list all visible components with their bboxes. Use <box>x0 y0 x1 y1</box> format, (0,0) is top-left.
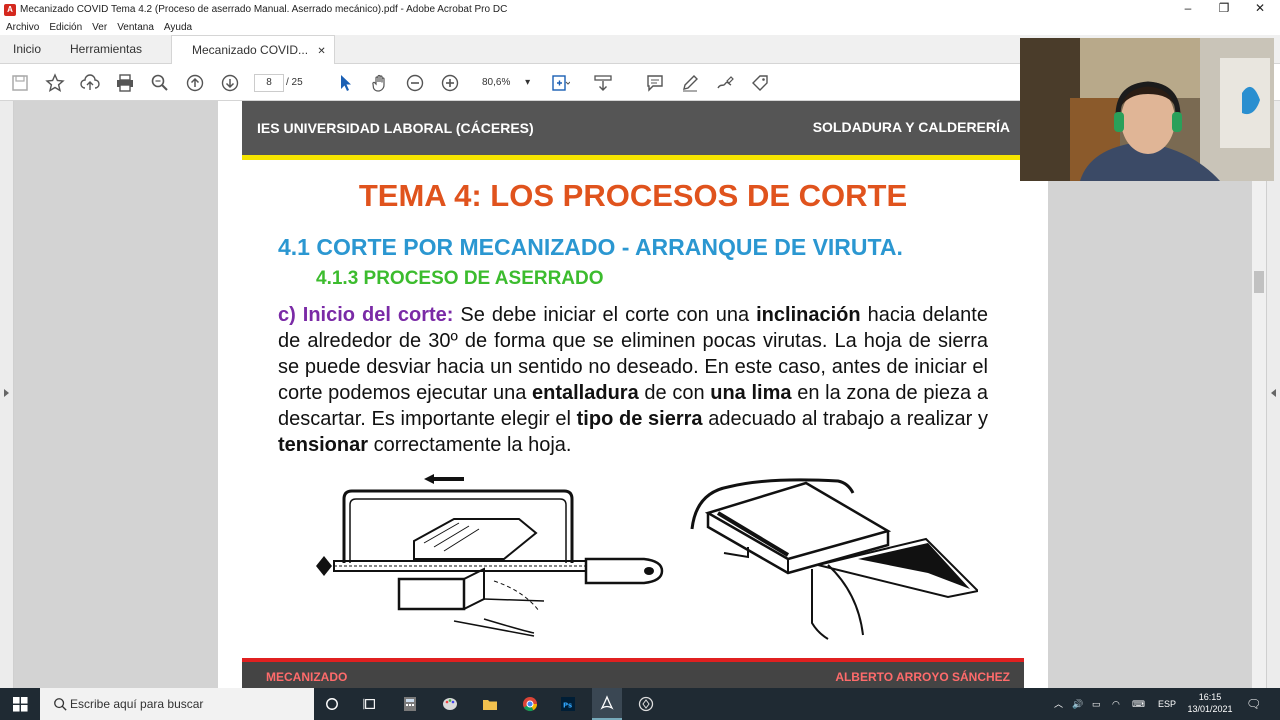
cortana-icon[interactable] <box>320 692 344 716</box>
page-number-input[interactable]: 8 <box>254 74 284 92</box>
clock-time: 16:15 <box>1198 692 1222 702</box>
battery-icon[interactable]: ▭ <box>1092 688 1101 720</box>
close-window-button[interactable]: ✕ <box>1242 0 1278 19</box>
restore-button[interactable]: ❐ <box>1206 0 1242 19</box>
photoshop-icon[interactable]: Ps <box>556 692 580 716</box>
window-titlebar: A Mecanizado COVID Tema 4.2 (Proceso de … <box>0 0 1280 19</box>
para-text: Se debe iniciar el corte con una <box>453 304 757 326</box>
windows-start-icon[interactable] <box>8 692 32 716</box>
pen-icon[interactable] <box>679 72 701 94</box>
scrollbar-thumb[interactable] <box>1254 271 1264 293</box>
para-text: de con <box>638 382 711 404</box>
menu-ventana[interactable]: Ventana <box>117 22 154 33</box>
header-stripe <box>242 155 1020 160</box>
page-footer: MECANIZADO ALBERTO ARROYO SÁNCHEZ <box>242 662 1024 688</box>
acrobat-icon: A <box>4 3 16 16</box>
menu-archivo[interactable]: Archivo <box>6 22 39 33</box>
scroll-mode-icon[interactable] <box>592 72 614 94</box>
chrome-icon[interactable] <box>518 692 542 716</box>
menu-bar: Archivo Edición Ver Ventana Ayuda <box>0 19 1280 35</box>
zoom-out-icon[interactable] <box>404 72 426 94</box>
webcam-person-image <box>1020 38 1274 181</box>
star-icon[interactable] <box>44 72 66 94</box>
acrobat-taskbar-icon[interactable] <box>592 688 622 720</box>
hacksaw-illustration <box>316 474 664 637</box>
sign-icon[interactable] <box>714 72 736 94</box>
file-explorer-icon[interactable] <box>478 692 502 716</box>
tab-document-label: Mecanizado COVID... <box>192 43 309 57</box>
para-bold: entalladura <box>532 382 639 404</box>
footer-left: MECANIZADO <box>266 670 348 684</box>
para-bold: inclinación <box>756 304 861 326</box>
minimize-button[interactable]: – <box>1170 0 1206 19</box>
menu-ayuda[interactable]: Ayuda <box>164 22 192 33</box>
para-bold: una lima <box>710 382 792 404</box>
select-cursor-icon[interactable] <box>334 72 356 94</box>
tab-close-icon[interactable]: ✕ <box>317 46 325 57</box>
zoom-level-value: 80,6% <box>482 77 511 88</box>
search-icon <box>48 692 72 716</box>
paint-icon[interactable] <box>438 692 462 716</box>
comment-icon[interactable] <box>644 72 666 94</box>
print-icon[interactable] <box>114 72 136 94</box>
para-lead: c) Inicio del corte: <box>278 304 454 326</box>
clock-date: 13/01/2021 <box>1187 704 1233 714</box>
footer-right: ALBERTO ARROYO SÁNCHEZ <box>835 670 1010 684</box>
para-bold: tipo de sierra <box>576 408 703 430</box>
notifications-icon[interactable]: 🗨 <box>1246 688 1261 720</box>
tab-home[interactable]: Inicio <box>13 35 41 64</box>
right-panel-toggle[interactable] <box>1266 101 1280 688</box>
page-total: / 25 <box>286 77 303 88</box>
menu-edicion[interactable]: Edición <box>49 22 82 33</box>
search-icon[interactable] <box>149 72 171 94</box>
tray-overflow-icon[interactable]: ︿ <box>1054 688 1063 720</box>
file-notch-illustration <box>690 478 978 640</box>
body-paragraph: c) Inicio del corte: Se debe iniciar el … <box>278 302 988 458</box>
webcam-overlay <box>1020 38 1274 181</box>
header-right: SOLDADURA Y CALDERERÍA <box>812 119 1010 135</box>
zoom-level-dropdown[interactable]: 80,6% ▾ <box>476 74 532 92</box>
pdf-page: IES UNIVERSIDAD LABORAL (CÁCERES) SOLDAD… <box>218 101 1048 688</box>
prev-page-icon[interactable] <box>184 72 206 94</box>
fill-sign-icon[interactable] <box>749 72 771 94</box>
header-left: IES UNIVERSIDAD LABORAL (CÁCERES) <box>257 120 534 136</box>
para-bold: tensionar <box>278 434 369 456</box>
cloud-upload-icon[interactable] <box>79 72 101 94</box>
hand-tool-icon[interactable] <box>369 72 391 94</box>
volume-icon[interactable]: 🔊 <box>1072 688 1083 720</box>
tab-document[interactable]: Mecanizado COVID... ✕ <box>171 35 335 65</box>
vertical-scrollbar[interactable] <box>1252 101 1266 688</box>
keyboard-icon[interactable]: ⌨ <box>1132 688 1145 720</box>
taskbar-search-input[interactable]: Escribe aquí para buscar <box>40 688 314 720</box>
zoom-in-icon[interactable] <box>439 72 461 94</box>
subsection-heading: 4.1.3 PROCESO DE ASERRADO <box>316 268 604 289</box>
expand-left-icon <box>4 389 9 397</box>
left-panel-toggle[interactable] <box>0 101 14 688</box>
expand-right-icon <box>1271 389 1276 397</box>
para-text: adecuado al trabajo a realizar y <box>702 408 989 430</box>
next-page-icon[interactable] <box>219 72 241 94</box>
app-circle-icon[interactable] <box>634 692 658 716</box>
language-indicator[interactable]: ESP <box>1158 688 1176 720</box>
windows-taskbar: Escribe aquí para buscar Ps ︿ 🔊 ▭ ◠ ⌨ ES… <box>0 688 1280 720</box>
page-header: IES UNIVERSIDAD LABORAL (CÁCERES) SOLDAD… <box>242 101 1020 155</box>
tab-tools[interactable]: Herramientas <box>70 35 142 64</box>
para-text: correctamente la hoja. <box>368 434 572 456</box>
page-fit-icon[interactable] <box>549 72 571 94</box>
chevron-down-icon: ▾ <box>525 77 531 88</box>
calculator-icon[interactable] <box>398 692 422 716</box>
search-placeholder: Escribe aquí para buscar <box>70 697 204 711</box>
page-title: TEMA 4: LOS PROCESOS DE CORTE <box>358 178 908 213</box>
menu-ver[interactable]: Ver <box>92 22 107 33</box>
svg-text:Ps: Ps <box>563 702 572 710</box>
save-icon[interactable] <box>9 72 31 94</box>
window-title: Mecanizado COVID Tema 4.2 (Proceso de as… <box>20 4 508 15</box>
section-heading: 4.1 CORTE POR MECANIZADO - ARRANQUE DE V… <box>278 234 903 260</box>
wifi-icon[interactable]: ◠ <box>1112 688 1120 720</box>
taskbar-clock[interactable]: 16:15 13/01/2021 <box>1186 691 1234 715</box>
task-view-icon[interactable] <box>358 692 382 716</box>
